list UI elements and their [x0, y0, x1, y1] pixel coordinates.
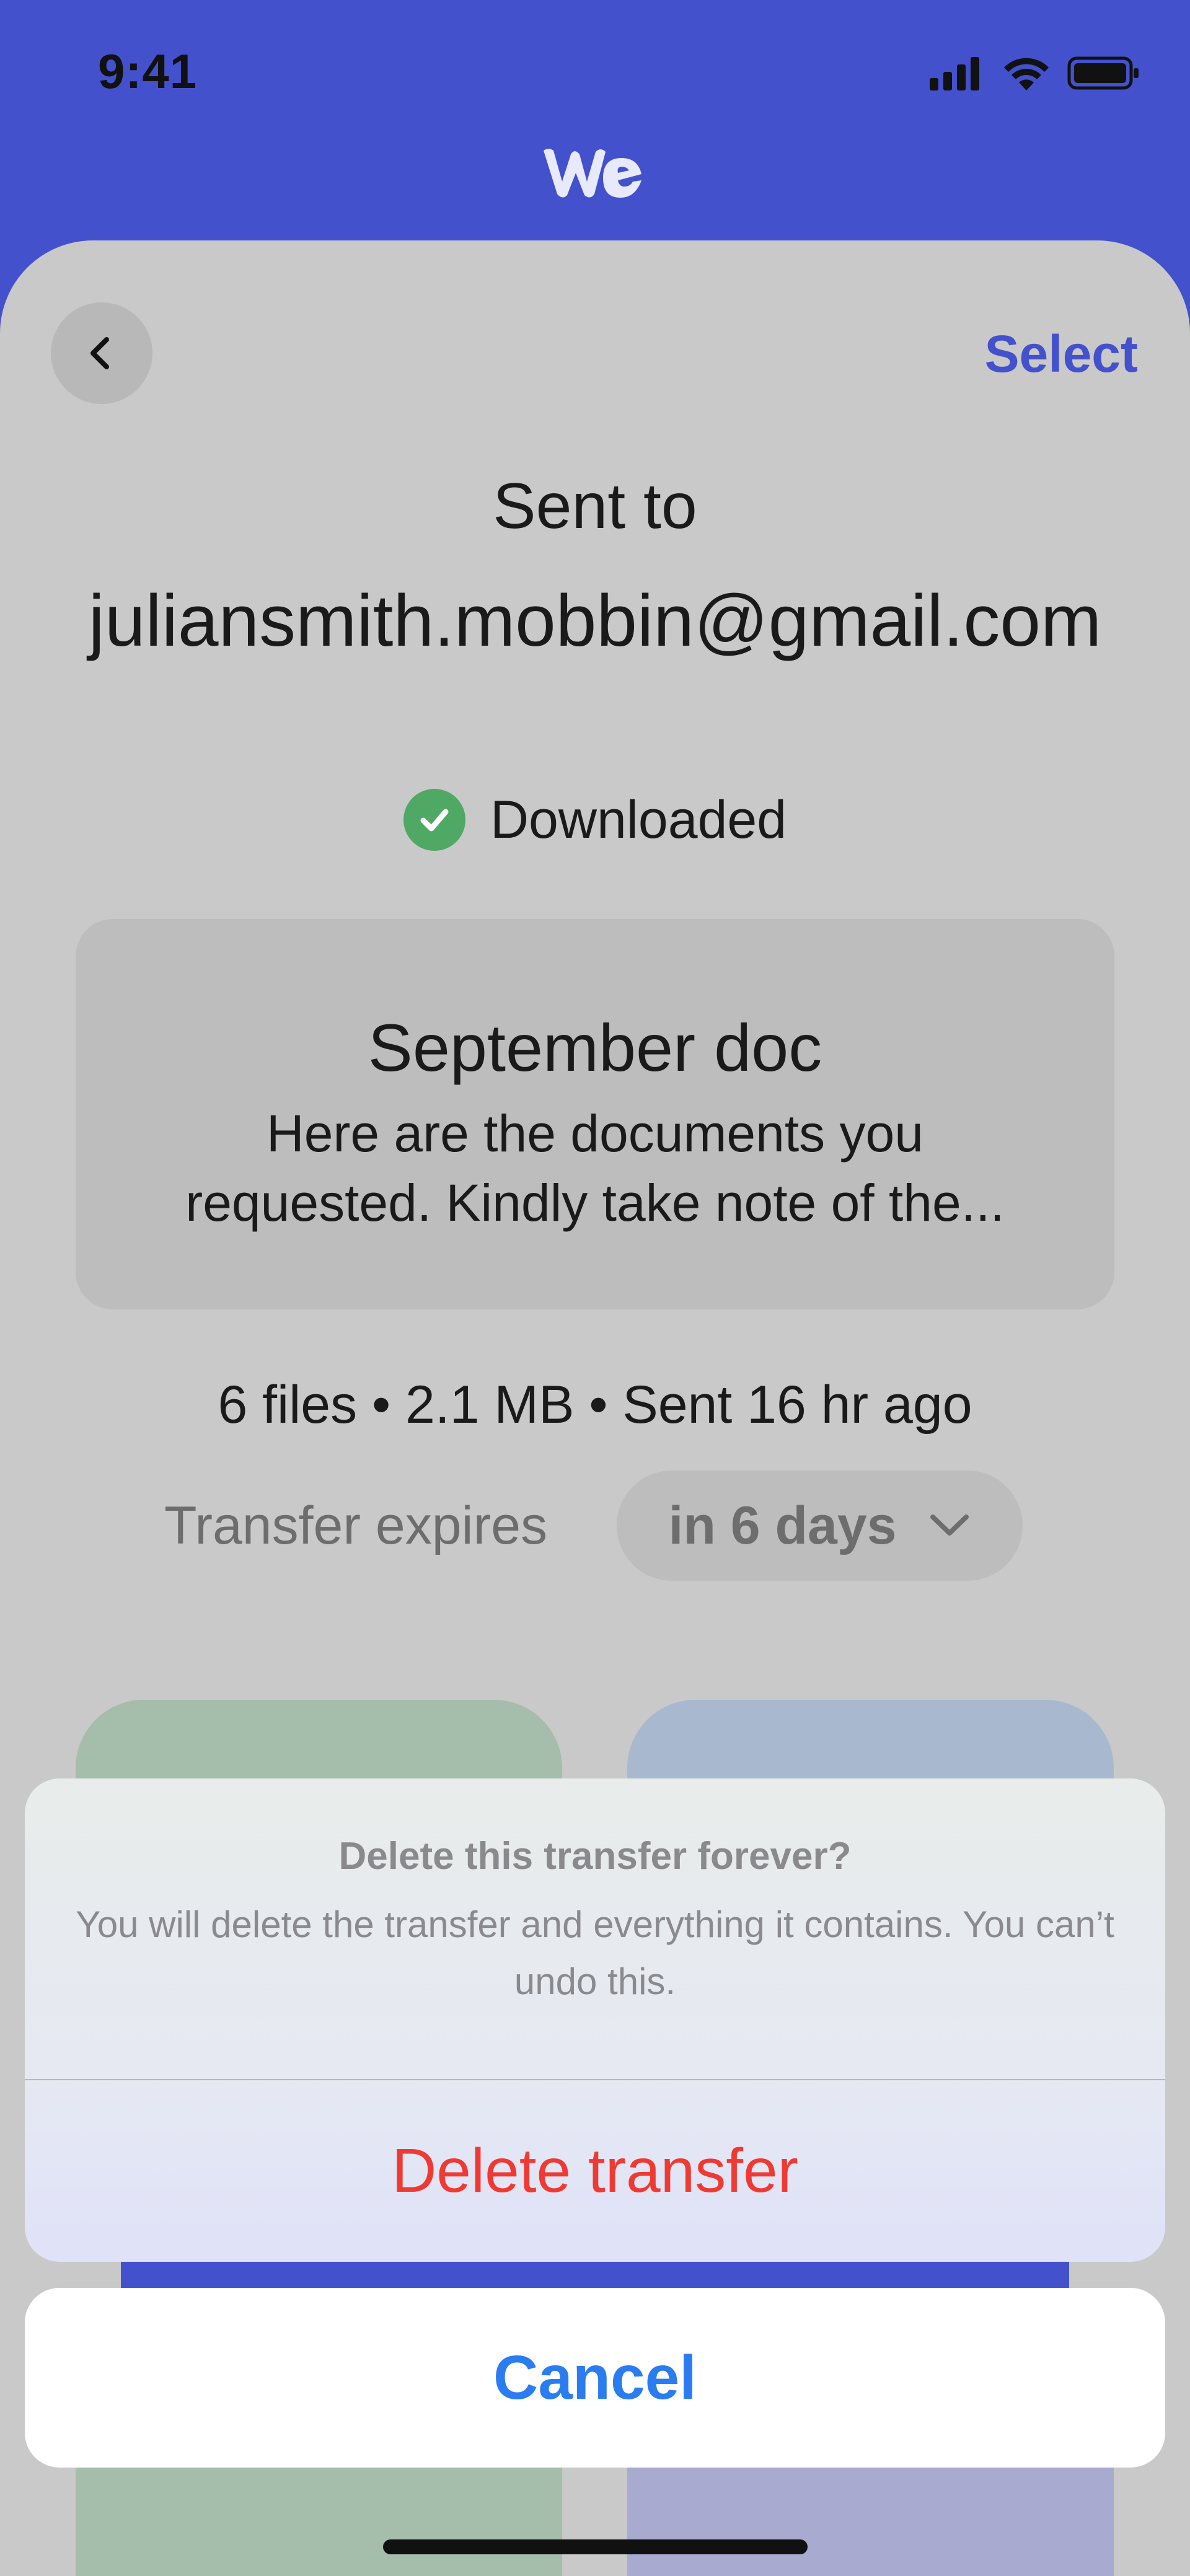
- action-sheet-title: Delete this transfer forever?: [338, 1835, 852, 1878]
- recipient-email: juliansmith.mobbin@gmail.com: [88, 580, 1102, 662]
- expires-label: Transfer expires: [164, 1496, 548, 1555]
- delete-transfer-button[interactable]: Delete transfer: [25, 2080, 1165, 2262]
- expiry-value: in 6 days: [668, 1495, 897, 1555]
- battery-icon: [1067, 56, 1139, 90]
- wetransfer-logo: [544, 149, 641, 198]
- status-icons: [930, 56, 1139, 90]
- chevron-left-icon: [90, 337, 109, 369]
- wifi-icon: [1004, 58, 1049, 90]
- sent-to-label: Sent to: [493, 470, 697, 542]
- download-status: Downloaded: [0, 789, 1190, 851]
- select-button[interactable]: Select: [985, 324, 1139, 384]
- expiry-dropdown[interactable]: in 6 days: [617, 1470, 1023, 1581]
- home-indicator[interactable]: [383, 2539, 808, 2554]
- transfer-title: September doc: [368, 1010, 822, 1085]
- checkmark-circle-icon: [403, 789, 465, 851]
- transfer-message: Here are the documents you requested. Ki…: [185, 1104, 1005, 1232]
- delete-action-sheet: Delete this transfer forever? You will d…: [25, 1778, 1165, 2262]
- action-sheet-message: You will delete the transfer and everyth…: [76, 1904, 1114, 2002]
- transfer-meta: 6 files • 2.1 MB • Sent 16 hr ago: [218, 1375, 972, 1435]
- status-text: Downloaded: [490, 789, 787, 850]
- message-card[interactable]: September doc Here are the documents you…: [76, 919, 1114, 1309]
- chevron-down-icon: [930, 1514, 969, 1536]
- back-button[interactable]: [51, 302, 152, 404]
- cancel-button[interactable]: Cancel: [25, 2288, 1165, 2468]
- status-time: 9:41: [98, 44, 198, 99]
- cellular-signal-icon: [930, 57, 979, 90]
